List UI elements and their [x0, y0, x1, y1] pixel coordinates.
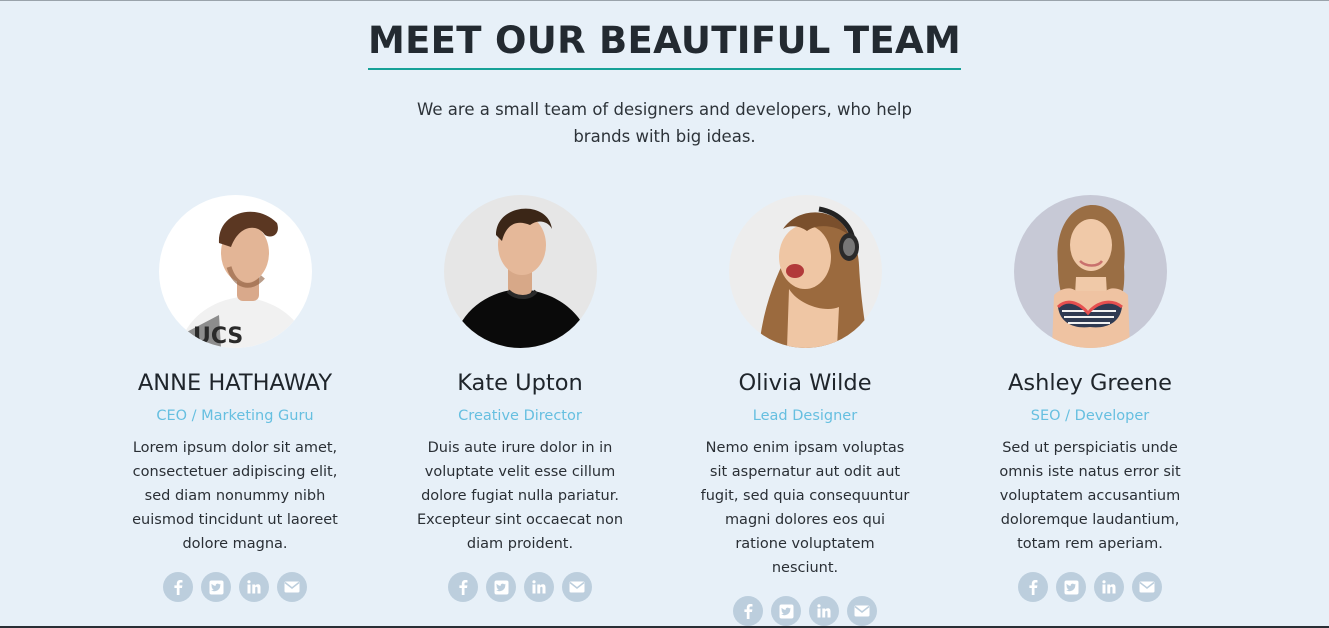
envelope-icon [284, 581, 300, 593]
team-member-card: Ashley Greene SEO / Developer Sed ut per… [975, 195, 1205, 602]
member-role: Creative Director [458, 408, 582, 424]
linkedin-icon [247, 580, 261, 594]
envelope-icon [1139, 581, 1155, 593]
facebook-icon [1029, 580, 1038, 595]
facebook-link[interactable] [1018, 572, 1048, 602]
envelope-icon [854, 605, 870, 617]
member-role: Lead Designer [752, 408, 858, 424]
member-role: SEO / Developer [1030, 408, 1150, 424]
title-wrap: MEET OUR BEAUTIFUL TEAM [0, 17, 1329, 70]
facebook-link[interactable] [163, 572, 193, 602]
twitter-link[interactable] [486, 572, 516, 602]
facebook-link[interactable] [733, 596, 763, 626]
avatar [443, 195, 597, 348]
member-name: Kate Upton [457, 370, 583, 396]
member-role: CEO / Marketing Guru [156, 408, 314, 424]
team-member-card: Kate Upton Creative Director Duis aute i… [405, 195, 635, 602]
avatar-photo-man-white-shirt: UCS [158, 195, 312, 348]
facebook-icon [174, 580, 183, 595]
twitter-icon [779, 604, 793, 618]
avatar-photo-man-black-shirt [443, 195, 597, 348]
linkedin-icon [532, 580, 546, 594]
member-name: Ashley Greene [1008, 370, 1172, 396]
email-link[interactable] [562, 572, 592, 602]
team-member-card: UCS ANNE HATHAWAY CEO / Marketing Guru L… [120, 195, 350, 602]
linkedin-link[interactable] [1094, 572, 1124, 602]
envelope-icon [569, 581, 585, 593]
section-subtitle: We are a small team of designers and dev… [0, 96, 1329, 150]
social-links [690, 596, 920, 626]
avatar: UCS [158, 195, 312, 348]
member-name: Olivia Wilde [738, 370, 872, 396]
social-links [405, 572, 635, 602]
twitter-link[interactable] [201, 572, 231, 602]
team-section: MEET OUR BEAUTIFUL TEAM We are a small t… [0, 1, 1329, 626]
subtitle-line: brands with big ideas. [573, 127, 756, 146]
facebook-link[interactable] [448, 572, 478, 602]
twitter-icon [209, 580, 223, 594]
svg-text:UCS: UCS [193, 324, 243, 348]
facebook-icon [459, 580, 468, 595]
social-links [975, 572, 1205, 602]
email-link[interactable] [277, 572, 307, 602]
linkedin-link[interactable] [809, 596, 839, 626]
avatar [1013, 195, 1167, 348]
member-bio: Duis aute irure dolor in in voluptate ve… [416, 440, 624, 552]
twitter-icon [1064, 580, 1078, 594]
member-bio: Sed ut perspiciatis unde omnis iste natu… [999, 440, 1181, 552]
linkedin-icon [1102, 580, 1116, 594]
twitter-icon [494, 580, 508, 594]
twitter-link[interactable] [771, 596, 801, 626]
twitter-link[interactable] [1056, 572, 1086, 602]
linkedin-link[interactable] [239, 572, 269, 602]
facebook-icon [744, 604, 753, 619]
avatar-photo-girl-swimsuit [1013, 195, 1167, 348]
email-link[interactable] [847, 596, 877, 626]
member-name: ANNE HATHAWAY [137, 370, 333, 396]
social-links [120, 572, 350, 602]
subtitle-line: We are a small team of designers and dev… [417, 100, 912, 119]
team-member-card: Olivia Wilde Lead Designer Nemo enim ips… [690, 195, 920, 626]
email-link[interactable] [1132, 572, 1162, 602]
avatar-photo-woman-headphones [728, 195, 882, 348]
member-bio: Lorem ipsum dolor sit amet, consectetuer… [132, 440, 338, 552]
page-title: MEET OUR BEAUTIFUL TEAM [367, 17, 962, 70]
avatar [728, 195, 882, 348]
member-bio: Nemo enim ipsam voluptas sit aspernatur … [700, 440, 910, 576]
linkedin-icon [817, 604, 831, 618]
linkedin-link[interactable] [524, 572, 554, 602]
